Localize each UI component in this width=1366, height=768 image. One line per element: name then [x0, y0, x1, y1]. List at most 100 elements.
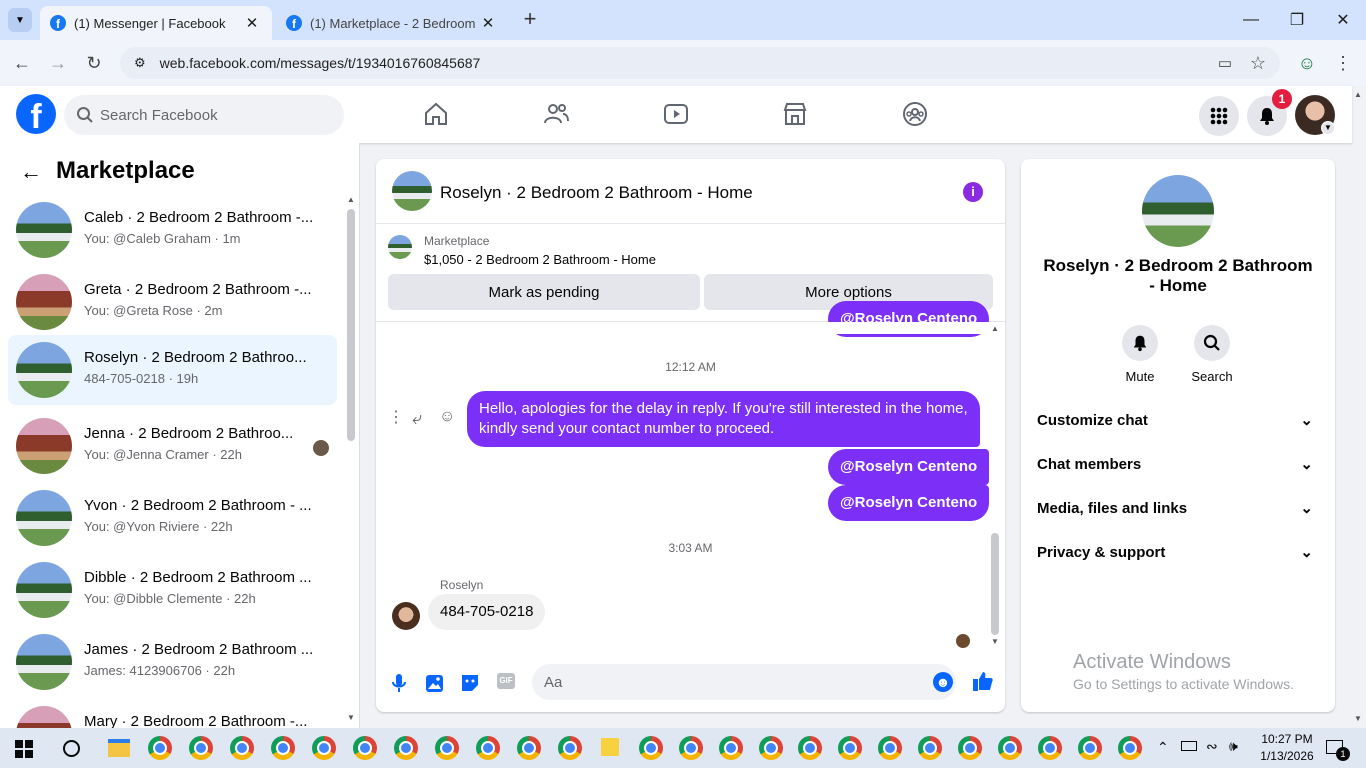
volume-icon[interactable]: 🕪: [1229, 738, 1238, 755]
address-bar[interactable]: ⚙ web.facebook.com/messages/t/1934016760…: [120, 47, 1280, 79]
chrome-icon[interactable]: [998, 736, 1022, 760]
thumbs-up-icon[interactable]: [972, 670, 994, 692]
media-files-section[interactable]: Media, files and links ⌄: [1037, 488, 1319, 528]
scroll-up-arrow-icon[interactable]: ▲: [347, 195, 355, 204]
privacy-support-section[interactable]: Privacy & support ⌄: [1037, 532, 1319, 572]
chat-members-section[interactable]: Chat members ⌄: [1037, 444, 1319, 484]
chat-avatar[interactable]: [392, 171, 432, 211]
gif-button[interactable]: GIF: [497, 673, 515, 689]
chrome-icon[interactable]: [918, 736, 942, 760]
message-mention[interactable]: @Roselyn Centeno: [828, 485, 990, 521]
mark-pending-button[interactable]: Mark as pending: [388, 274, 700, 310]
tab-messenger[interactable]: f (1) Messenger | Facebook ✕: [40, 6, 272, 40]
conversation-item[interactable]: Dibble · 2 Bedroom 2 Bathroom ... You: @D…: [8, 555, 337, 625]
mute-button[interactable]: Mute: [1110, 325, 1170, 384]
facebook-search-input[interactable]: Search Facebook: [64, 95, 344, 135]
tray-chevron-up-icon[interactable]: ⌃: [1157, 739, 1169, 756]
message-bubble[interactable]: Hello, apologies for the delay in reply.…: [467, 391, 980, 447]
reply-icon[interactable]: ⤶: [412, 408, 422, 429]
chrome-icon[interactable]: [1038, 736, 1062, 760]
windows-start-icon[interactable]: [15, 740, 33, 758]
reload-icon[interactable]: ↻: [83, 52, 105, 74]
new-tab-button[interactable]: +: [518, 8, 542, 32]
chrome-icon[interactable]: [1118, 736, 1142, 760]
menu-kebab-icon[interactable]: ⋮: [1332, 52, 1354, 74]
page-scroll-up-icon[interactable]: ▲: [1354, 90, 1362, 99]
chrome-icon[interactable]: [838, 736, 862, 760]
back-icon[interactable]: ←: [11, 52, 33, 74]
forward-icon[interactable]: →: [47, 52, 69, 74]
chrome-icon[interactable]: [148, 736, 172, 760]
chrome-icon[interactable]: [435, 736, 459, 760]
friends-icon[interactable]: [542, 100, 570, 128]
conversation-item[interactable]: James · 2 Bedroom 2 Bathroom ... James: 4…: [8, 627, 337, 697]
tab-search-button[interactable]: ▼: [8, 8, 32, 32]
chrome-icon[interactable]: [394, 736, 418, 760]
menu-grid-button[interactable]: [1199, 96, 1239, 136]
scroll-down-arrow-icon[interactable]: ▼: [991, 637, 999, 646]
chrome-icon[interactable]: [719, 736, 743, 760]
chat-scrollbar[interactable]: [991, 533, 999, 635]
sidebar-scrollbar[interactable]: [347, 209, 355, 441]
message-more-icon[interactable]: ⋮: [388, 407, 404, 427]
site-info-icon[interactable]: ⚙: [134, 55, 146, 71]
restore-button[interactable]: ❐: [1274, 0, 1320, 40]
bookmark-star-icon[interactable]: ☆: [1247, 52, 1269, 74]
chrome-icon[interactable]: [679, 736, 703, 760]
close-window-button[interactable]: ✕: [1320, 0, 1366, 40]
conversation-item[interactable]: Caleb · 2 Bedroom 2 Bathroom -... You: @C…: [8, 195, 337, 265]
chat-title[interactable]: Roselyn · 2 Bedroom 2 Bathroom - Home: [440, 183, 753, 203]
message-mention[interactable]: @Roselyn Centeno: [828, 449, 990, 485]
marketplace-icon[interactable]: [781, 100, 809, 128]
close-tab-icon[interactable]: ✕: [478, 13, 498, 33]
chrome-icon[interactable]: [759, 736, 783, 760]
conversation-item[interactable]: Jenna · 2 Bedroom 2 Bathroo... You: @Jenn…: [8, 411, 337, 481]
install-app-icon[interactable]: ▭: [1214, 52, 1236, 74]
back-arrow-icon[interactable]: ←: [20, 159, 42, 185]
facebook-logo[interactable]: f: [16, 94, 56, 134]
groups-icon[interactable]: [901, 100, 929, 128]
conversation-item[interactable]: Mary · 2 Bedroom 2 Bathroom -...: [8, 699, 337, 728]
home-icon[interactable]: [422, 100, 450, 128]
chrome-icon[interactable]: [517, 736, 541, 760]
file-explorer-icon[interactable]: [108, 739, 130, 757]
chrome-icon[interactable]: [958, 736, 982, 760]
clock-date[interactable]: 1/13/2026: [1258, 749, 1316, 763]
react-emoji-icon[interactable]: ☺: [439, 408, 455, 426]
scroll-down-arrow-icon[interactable]: ▼: [347, 713, 355, 722]
chrome-icon[interactable]: [353, 736, 377, 760]
chrome-icon[interactable]: [312, 736, 336, 760]
message-input[interactable]: Aa: [532, 664, 956, 700]
customize-chat-section[interactable]: Customize chat ⌄: [1037, 400, 1319, 440]
sender-avatar[interactable]: [392, 602, 420, 630]
chrome-icon[interactable]: [1078, 736, 1102, 760]
clock-time[interactable]: 10:27 PM: [1258, 732, 1316, 746]
photo-icon[interactable]: [423, 672, 445, 694]
chrome-icon[interactable]: [558, 736, 582, 760]
chrome-icon[interactable]: [230, 736, 254, 760]
page-scroll-down-icon[interactable]: ▼: [1354, 714, 1362, 723]
chat-details-avatar[interactable]: [1142, 175, 1214, 247]
conversation-item-selected[interactable]: Roselyn · 2 Bedroom 2 Bathroo... 484-705-…: [8, 335, 337, 405]
received-message[interactable]: 484-705-0218: [428, 594, 546, 630]
chrome-icon[interactable]: [878, 736, 902, 760]
conversation-item[interactable]: Yvon · 2 Bedroom 2 Bathroom - ... You: @Y…: [8, 483, 337, 553]
listing-title[interactable]: $1,050 - 2 Bedroom 2 Bathroom - Home: [424, 252, 656, 267]
microphone-icon[interactable]: [388, 672, 410, 694]
search-conversation-button[interactable]: Search: [1182, 325, 1242, 384]
sticky-notes-icon[interactable]: [601, 738, 619, 756]
emoji-icon[interactable]: ☻: [933, 672, 953, 692]
video-icon[interactable]: [662, 100, 690, 128]
scroll-up-arrow-icon[interactable]: ▲: [991, 324, 999, 333]
battery-icon[interactable]: [1181, 741, 1197, 751]
chrome-icon[interactable]: [271, 736, 295, 760]
conversation-item[interactable]: Greta · 2 Bedroom 2 Bathroom -... You: @G…: [8, 267, 337, 337]
tab-marketplace[interactable]: f (1) Marketplace - 2 Bedroom 2 ✕: [276, 6, 508, 40]
profile-icon[interactable]: ☺: [1296, 52, 1318, 74]
sticker-icon[interactable]: [459, 672, 481, 694]
info-icon[interactable]: i: [963, 182, 983, 202]
chrome-icon[interactable]: [189, 736, 213, 760]
chrome-icon[interactable]: [798, 736, 822, 760]
close-tab-icon[interactable]: ✕: [242, 13, 262, 33]
minimize-button[interactable]: —: [1228, 0, 1274, 40]
